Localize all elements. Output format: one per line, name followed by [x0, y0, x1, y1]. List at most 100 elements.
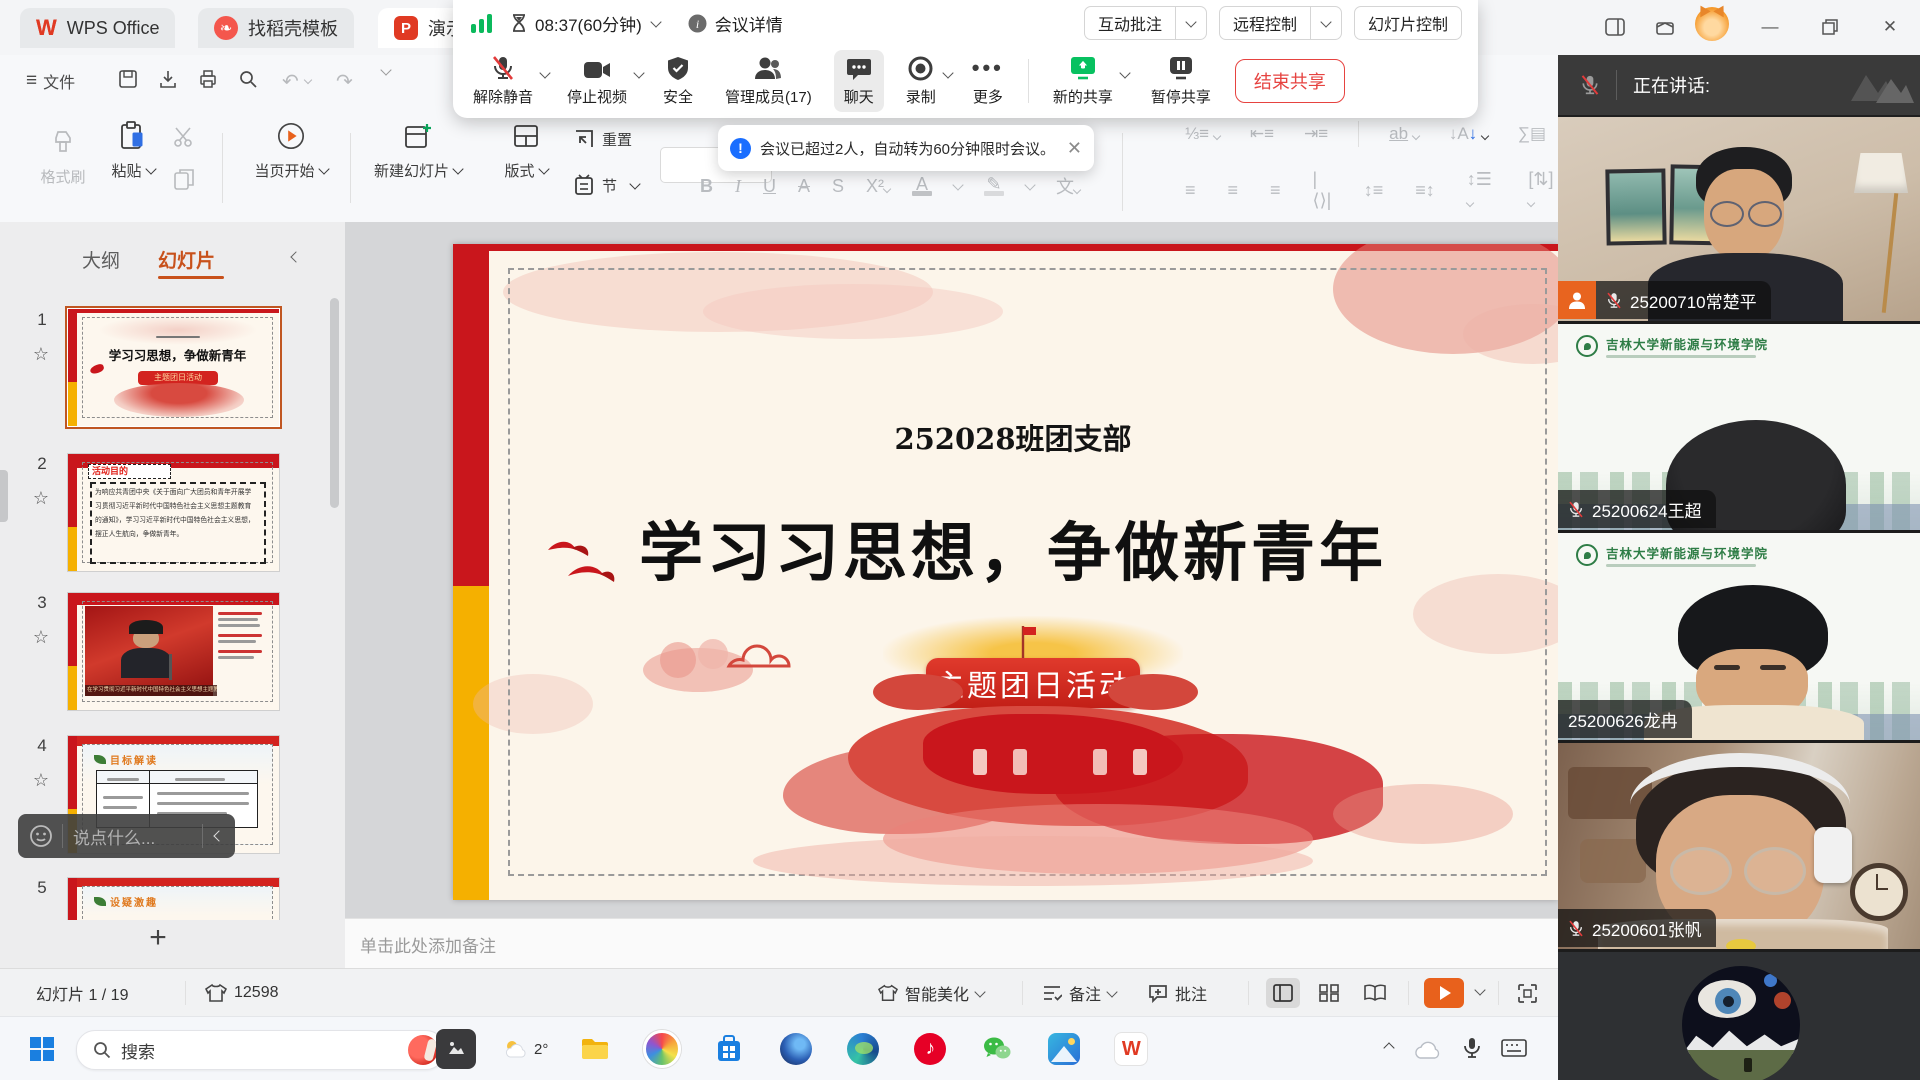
- minimize-button[interactable]: —: [1753, 12, 1787, 42]
- record-button[interactable]: 录制: [896, 50, 946, 112]
- microsoft-store-icon[interactable]: [709, 1029, 749, 1069]
- mic-chevron[interactable]: [541, 64, 549, 81]
- decrease-indent-button[interactable]: ⇤≡: [1250, 124, 1274, 144]
- edge-scroll-pill[interactable]: [0, 470, 8, 522]
- collapse-sidebar-icon[interactable]: [292, 248, 300, 266]
- file-menu[interactable]: ≡ 文件: [26, 69, 75, 93]
- normal-view-button[interactable]: [1266, 978, 1300, 1008]
- undo-icon[interactable]: ↶: [282, 69, 311, 94]
- cloud-icon[interactable]: [1413, 1038, 1443, 1060]
- chat-button[interactable]: 聊天: [834, 50, 884, 112]
- line-spacing-button[interactable]: ↕☰: [1467, 169, 1497, 211]
- section-button[interactable]: 节: [572, 173, 639, 197]
- browser-app-icon[interactable]: [776, 1029, 816, 1069]
- search-highlight-image[interactable]: [408, 1035, 438, 1065]
- timer-chevron[interactable]: [650, 16, 661, 27]
- cut-icon[interactable]: [172, 125, 196, 149]
- netease-music-icon[interactable]: ♪: [910, 1029, 950, 1069]
- distribute-v-button[interactable]: ↕≡: [1364, 180, 1384, 201]
- slide-control-button[interactable]: 幻灯片控制: [1354, 6, 1462, 40]
- layout-button[interactable]: 版式: [486, 121, 566, 181]
- ribbon-more-chevron[interactable]: [382, 69, 390, 74]
- tray-mic-icon[interactable]: [1463, 1037, 1481, 1061]
- print-icon[interactable]: [198, 69, 218, 89]
- template-count[interactable]: 12598: [205, 969, 279, 1017]
- italic-button[interactable]: I: [735, 176, 741, 197]
- highlight-chevron[interactable]: [1024, 179, 1035, 190]
- format-painter-button[interactable]: 格式刷: [30, 127, 96, 187]
- remote-control-button[interactable]: 远程控制: [1219, 6, 1342, 40]
- equation-button[interactable]: ∑▤: [1518, 124, 1546, 144]
- pause-share-button[interactable]: 暂停共享: [1141, 50, 1221, 112]
- stop-video-button[interactable]: 停止视频: [557, 50, 637, 112]
- comment-button[interactable]: 批注: [1148, 969, 1207, 1017]
- align-center-button[interactable]: ≡: [1228, 180, 1239, 201]
- record-chevron[interactable]: [944, 64, 952, 81]
- remote-chevron[interactable]: [1310, 7, 1341, 39]
- share-chevron[interactable]: [1121, 64, 1129, 81]
- participant-video-1[interactable]: 25200710常楚平: [1558, 117, 1920, 324]
- text-box-align-button[interactable]: [⇅]: [1528, 169, 1558, 211]
- manage-members-button[interactable]: 管理成员(17): [715, 50, 822, 112]
- video-chevron[interactable]: [635, 64, 643, 81]
- interactive-annotation-button[interactable]: 互动批注: [1084, 6, 1207, 40]
- annotate-chevron[interactable]: [1175, 7, 1206, 39]
- slide-title-text[interactable]: 学习习思想，争做新青年: [508, 502, 1518, 594]
- add-slide-button[interactable]: +: [138, 922, 178, 956]
- play-from-current-button[interactable]: 当页开始: [238, 121, 344, 181]
- paste-button[interactable]: 粘贴: [102, 121, 164, 181]
- increase-indent-button[interactable]: ⇥≡: [1304, 124, 1328, 144]
- widgets-icon[interactable]: [1648, 12, 1682, 42]
- slideshow-play-button[interactable]: [1424, 978, 1464, 1008]
- restore-button[interactable]: [1813, 12, 1847, 42]
- chat-input-placeholder[interactable]: 说点什么...: [63, 824, 202, 849]
- participant-video-2[interactable]: 吉林大学新能源与环境学院 25200624王超: [1558, 324, 1920, 533]
- bold-button[interactable]: B: [700, 176, 713, 197]
- highlight-button[interactable]: ✎: [984, 177, 1004, 196]
- favorite-star-icon[interactable]: ☆: [28, 488, 54, 509]
- user-avatar[interactable]: [1695, 9, 1729, 39]
- align-justify-button[interactable]: |⟨⟩|: [1313, 169, 1332, 211]
- output-icon[interactable]: [158, 69, 178, 89]
- sidebar-scrollbar[interactable]: [330, 298, 339, 508]
- notes-area[interactable]: 单击此处添加备注: [345, 918, 1573, 969]
- new-slide-button[interactable]: 新建幻灯片: [362, 121, 474, 181]
- colorful-app-icon[interactable]: [642, 1029, 682, 1069]
- participant-video-4[interactable]: 25200601张帆: [1558, 743, 1920, 952]
- touch-keyboard-icon[interactable]: [1501, 1039, 1527, 1059]
- close-button[interactable]: ✕: [1873, 12, 1907, 42]
- photos-app-icon[interactable]: [1044, 1029, 1084, 1069]
- favorite-star-icon[interactable]: ☆: [28, 344, 54, 365]
- smart-beautify-button[interactable]: 智能美化: [878, 969, 984, 1017]
- edge-browser-icon[interactable]: [843, 1029, 883, 1069]
- numbered-list-button[interactable]: ⅓≡: [1185, 124, 1220, 144]
- start-button[interactable]: [22, 1029, 62, 1069]
- slide-thumbnail-1[interactable]: 学习习思想，争做新青年 主题团日活动: [67, 308, 280, 427]
- slide-sorter-view-button[interactable]: [1312, 978, 1346, 1008]
- superscript-button[interactable]: X²: [866, 176, 890, 197]
- chat-quick-input[interactable]: 说点什么...: [18, 814, 235, 858]
- tab-wps-home[interactable]: W WPS Office: [20, 8, 175, 48]
- more-button[interactable]: ••• 更多: [962, 50, 1014, 112]
- copy-icon[interactable]: [172, 167, 196, 191]
- emoji-icon[interactable]: [30, 825, 52, 847]
- align-left-button[interactable]: ≡: [1185, 180, 1196, 201]
- sidebar-toggle-icon[interactable]: [1598, 12, 1632, 42]
- font-color-chevron[interactable]: [952, 179, 963, 190]
- participant-video-3[interactable]: 吉林大学新能源与环境学院 25200626龙冉: [1558, 533, 1920, 743]
- distribute-h-button[interactable]: ≡↕: [1415, 180, 1435, 201]
- end-share-button[interactable]: 结束共享: [1235, 59, 1345, 103]
- current-slide[interactable]: 252028班团支部 学习习思想，争做新青年 主: [453, 244, 1558, 900]
- tab-slides[interactable]: 幻灯片: [158, 246, 215, 273]
- slide-org-text[interactable]: 252028班团支部: [813, 416, 1213, 458]
- strikethrough-button[interactable]: A: [798, 176, 810, 197]
- collapse-chat-icon[interactable]: [215, 827, 223, 845]
- play-options-chevron[interactable]: [1474, 984, 1485, 995]
- tab-docer-templates[interactable]: ❧ 找稻壳模板: [198, 8, 354, 48]
- save-icon[interactable]: [118, 69, 138, 89]
- screenshot-app-icon[interactable]: [436, 1029, 476, 1069]
- slide-thumbnail-3[interactable]: 在学习贯彻习近平新时代中国特色社会主义思想主题教育工作会议上的讲话: [67, 592, 280, 711]
- notes-button[interactable]: 备注: [1042, 969, 1116, 1017]
- tab-outline[interactable]: 大纲: [82, 246, 120, 273]
- favorite-star-icon[interactable]: ☆: [28, 627, 54, 648]
